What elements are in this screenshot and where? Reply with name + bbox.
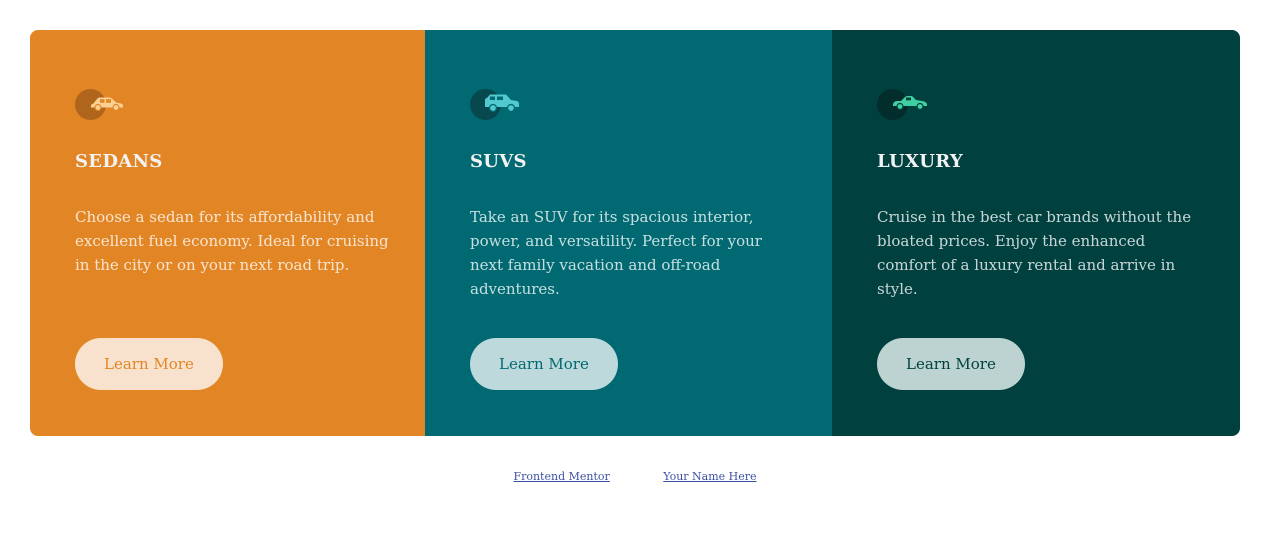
- card-grid: SEDANS Choose a sedan for its affordabil…: [30, 30, 1240, 436]
- card-title: SUVS: [470, 151, 527, 172]
- sedans-card: SEDANS Choose a sedan for its affordabil…: [30, 30, 425, 436]
- card-description: Take an SUV for its spacious interior, p…: [470, 208, 762, 298]
- learn-more-button-sedans[interactable]: Learn More: [75, 338, 223, 390]
- suv-car-icon: [470, 89, 526, 121]
- card-title: LUXURY: [877, 151, 964, 172]
- author-link[interactable]: Your Name Here: [663, 470, 756, 483]
- attribution: Frontend Mentor Your Name Here: [0, 470, 1270, 483]
- card-description: Cruise in the best car brands without th…: [877, 208, 1192, 298]
- suvs-card: SUVS Take an SUV for its spacious interi…: [425, 30, 832, 436]
- learn-more-button-suvs[interactable]: Learn More: [470, 338, 618, 390]
- frontend-mentor-link[interactable]: Frontend Mentor: [513, 470, 609, 483]
- learn-more-button-luxury[interactable]: Learn More: [877, 338, 1025, 390]
- card-title: SEDANS: [75, 151, 163, 172]
- luxury-car-icon: [877, 89, 933, 121]
- card-description: Choose a sedan for its affordability and…: [75, 208, 389, 274]
- luxury-card: LUXURY Cruise in the best car brands wit…: [832, 30, 1240, 436]
- sedan-car-icon: [75, 89, 131, 121]
